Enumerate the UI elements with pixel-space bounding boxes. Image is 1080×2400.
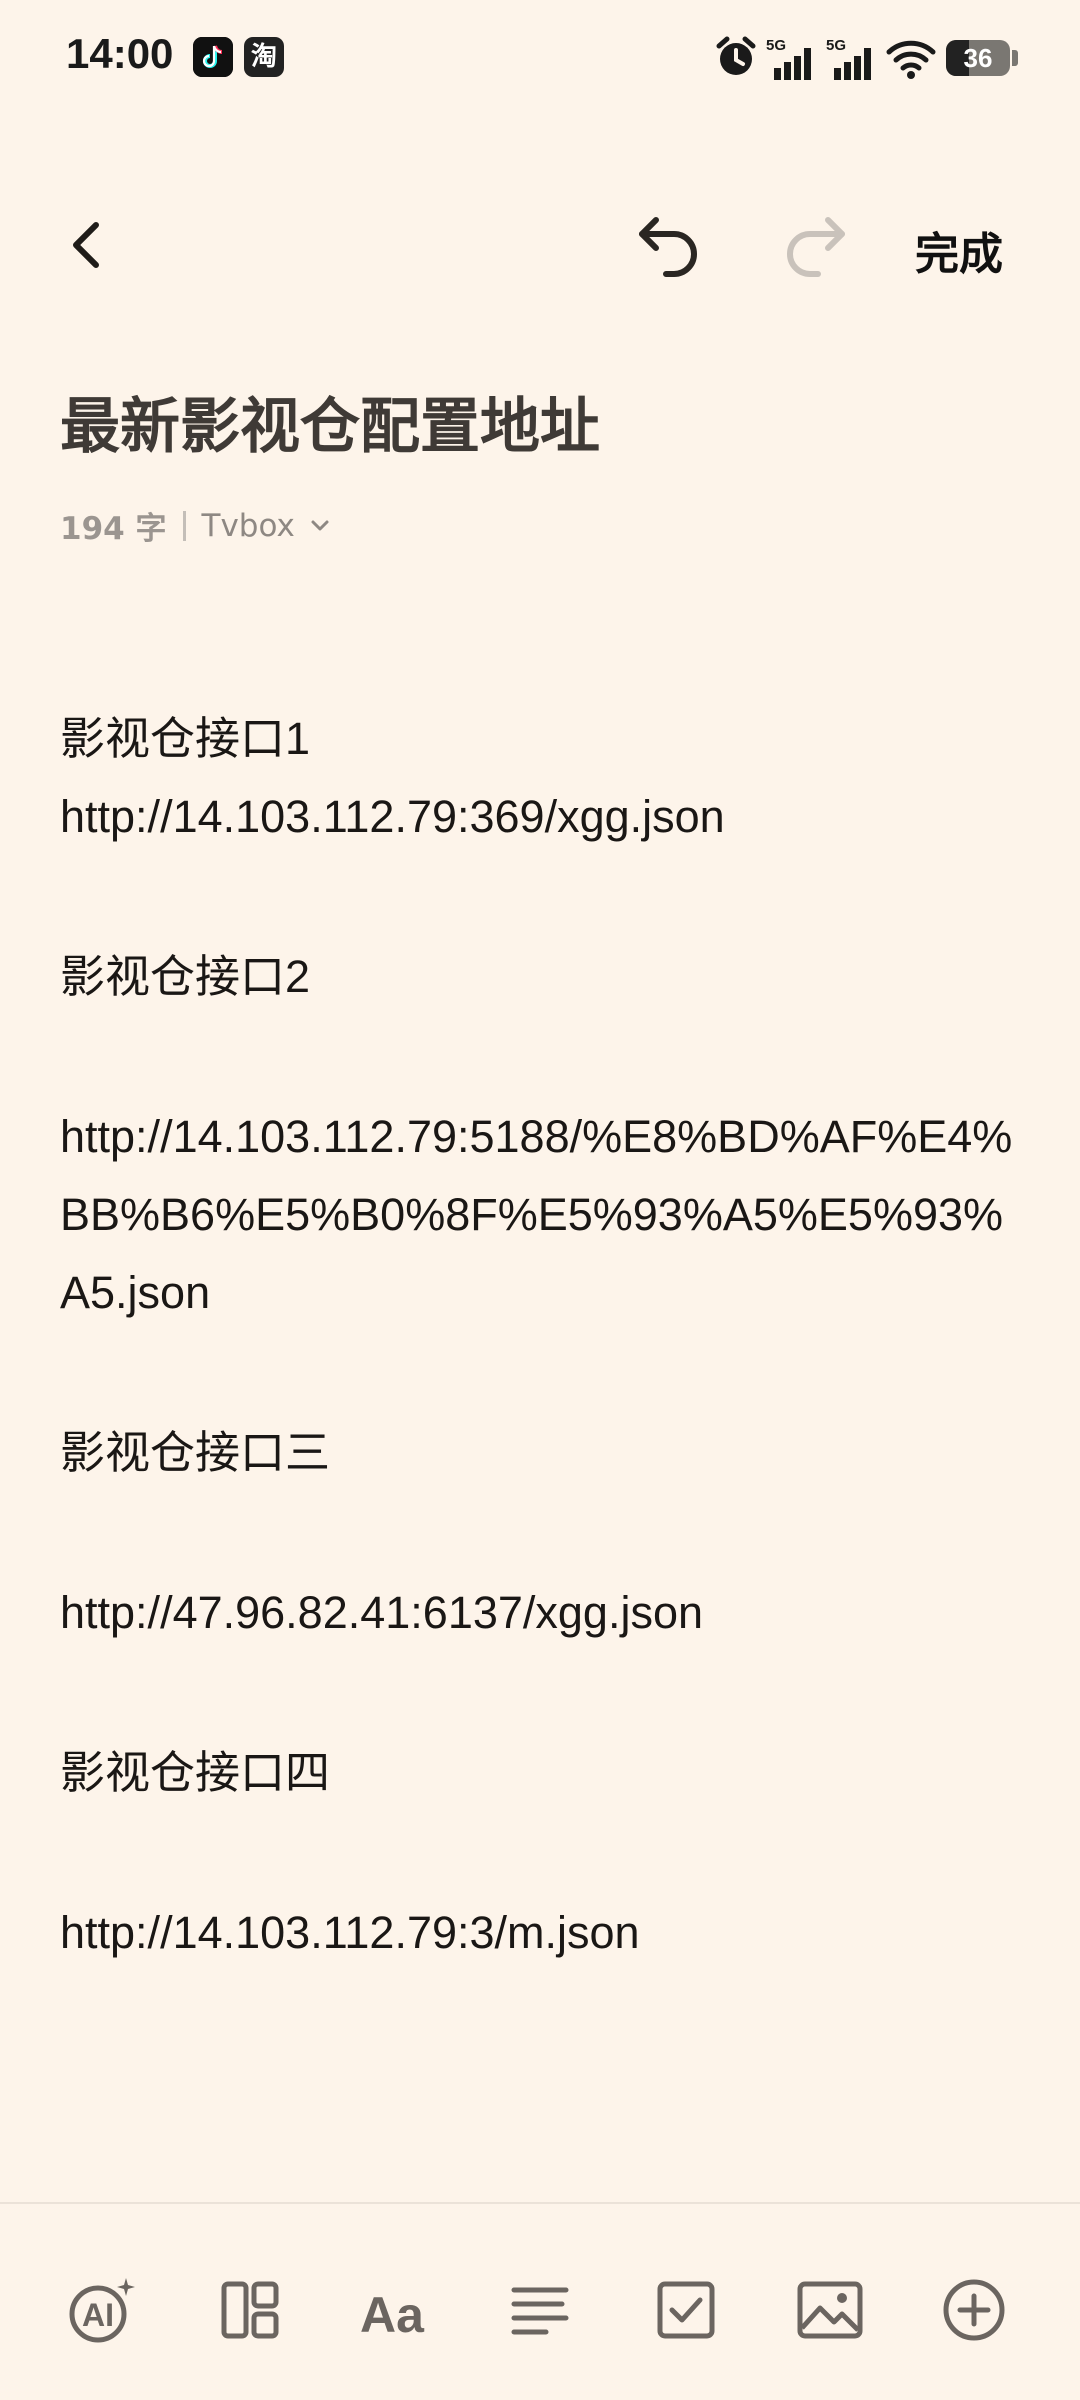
ai-assistant-icon: AI xyxy=(69,2278,135,2343)
note-line: http://14.103.112.79:5188/%E8%BD%AF%E4%B… xyxy=(60,1111,1013,1318)
battery-level: 36 xyxy=(963,43,993,73)
chevron-down-icon[interactable] xyxy=(309,515,331,537)
note-body[interactable]: 影视仓接口1 http://14.103.112.79:369/xgg.json… xyxy=(60,700,1020,1972)
folder-selector[interactable]: Tvbox xyxy=(202,508,295,544)
add-icon xyxy=(943,2279,1005,2341)
note-line: http://14.103.112.79:3/m.json xyxy=(60,1907,640,1958)
battery-tip xyxy=(1012,50,1018,66)
paragraph-button[interactable] xyxy=(502,2272,578,2348)
add-button[interactable] xyxy=(936,2272,1012,2348)
note-line: 影视仓接口2 xyxy=(60,951,311,1002)
layout-button[interactable] xyxy=(212,2272,288,2348)
word-count: 194 字 xyxy=(60,511,167,547)
note-title[interactable]: 最新影视仓配置地址 xyxy=(60,378,600,465)
status-bar: 14:00 淘 5G 5G 36 xyxy=(0,0,1080,120)
note-line xyxy=(60,856,1020,938)
note-line: http://47.96.82.41:6137/xgg.json xyxy=(60,1587,704,1638)
text-format-icon: Aa xyxy=(360,2287,425,2343)
note-line xyxy=(60,1332,1020,1414)
note-line: 影视仓接口四 xyxy=(60,1747,331,1798)
network-label-1: 5G xyxy=(766,37,786,54)
ai-assistant-button[interactable]: AI xyxy=(64,2272,140,2348)
text-format-button[interactable]: Aa xyxy=(356,2272,432,2348)
signal-5g-icon: 5G xyxy=(766,36,818,86)
svg-text:AI: AI xyxy=(82,2297,114,2333)
battery-icon: 36 xyxy=(946,40,1010,76)
undo-icon xyxy=(639,217,697,277)
note-line xyxy=(60,1016,1020,1098)
image-button[interactable] xyxy=(792,2272,868,2348)
checklist-button[interactable] xyxy=(648,2272,724,2348)
paragraph-align-icon xyxy=(511,2287,569,2335)
chevron-left-icon xyxy=(73,222,99,268)
meta-divider xyxy=(182,510,186,541)
undo-button[interactable] xyxy=(632,210,708,280)
checklist-icon xyxy=(657,2281,715,2339)
note-line: 影视仓接口1 xyxy=(60,713,311,764)
redo-button[interactable] xyxy=(776,210,852,280)
svg-text:Aa: Aa xyxy=(360,2287,425,2343)
image-icon xyxy=(797,2281,863,2339)
layout-icon xyxy=(221,2281,279,2339)
redo-icon xyxy=(787,217,845,277)
note-line xyxy=(60,1652,1020,1734)
note-line: http://14.103.112.79:369/xgg.json xyxy=(60,791,725,842)
wifi-icon xyxy=(886,38,936,84)
note-line: 影视仓接口三 xyxy=(60,1427,331,1478)
signal-5g-icon: 5G xyxy=(826,36,878,86)
note-meta: 194 字 Tvbox xyxy=(60,503,331,548)
note-line xyxy=(60,1812,1020,1894)
note-line xyxy=(60,1492,1020,1574)
status-time: 14:00 xyxy=(66,30,174,77)
bottom-toolbar: AI Aa xyxy=(0,2204,1080,2400)
tiktok-icon xyxy=(193,37,233,77)
network-label-2: 5G xyxy=(826,37,846,54)
alarm-icon xyxy=(713,34,759,84)
back-button[interactable] xyxy=(60,215,120,275)
taobao-icon: 淘 xyxy=(244,37,284,77)
done-button[interactable]: 完成 xyxy=(915,218,1003,282)
